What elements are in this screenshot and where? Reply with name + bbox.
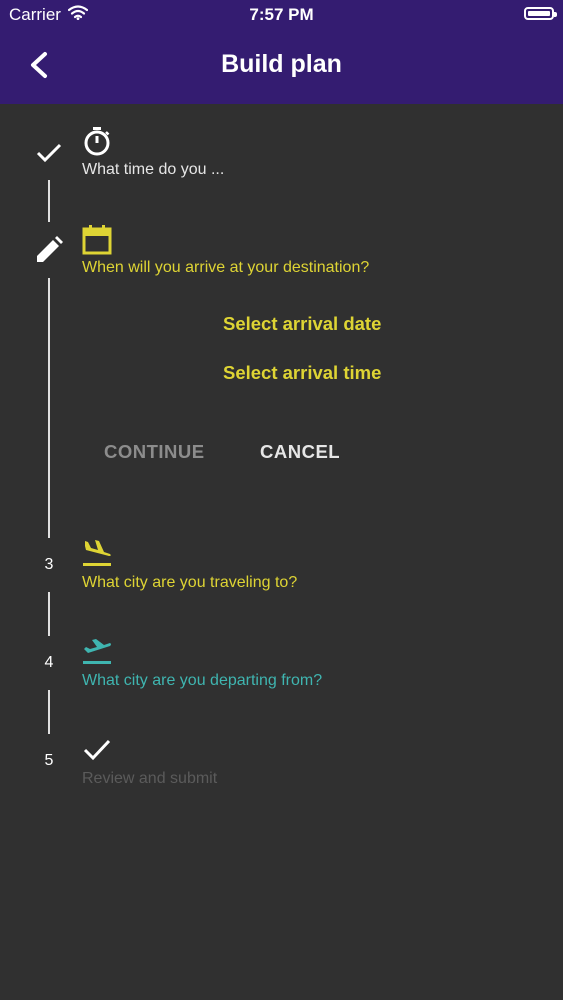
battery-icon [524, 7, 557, 20]
stepper-line-1 [48, 180, 50, 222]
clock: 7:57 PM [249, 5, 314, 24]
step-5-label: Review and submit [82, 770, 218, 787]
step-3-label: What city are you traveling to? [82, 574, 298, 591]
check-marker-icon [36, 143, 62, 163]
cancel-button[interactable]: CANCEL [260, 441, 340, 463]
stepper-line-4 [48, 690, 50, 734]
edit-marker-icon [37, 236, 63, 262]
select-arrival-time-button[interactable]: Select arrival time [223, 362, 381, 384]
page-title: Build plan [221, 50, 342, 78]
stepper-line-3 [48, 592, 50, 636]
step-4-label: What city are you departing from? [82, 672, 323, 689]
step-5-number: 5 [44, 752, 54, 769]
flight-takeoff-icon [83, 639, 111, 664]
step-2-label: When will you arrive at your destination… [82, 259, 370, 276]
app-header: Carrier 7:57 PM Build plan [0, 0, 563, 104]
step-4-number: 4 [44, 654, 54, 671]
check-icon [83, 739, 111, 761]
timer-icon [84, 127, 110, 156]
step-3-number: 3 [44, 556, 54, 573]
select-arrival-date-button[interactable]: Select arrival date [223, 313, 381, 335]
continue-button[interactable]: CONTINUE [104, 441, 205, 463]
stepper-line-2 [48, 278, 50, 538]
status-bar: Carrier 7:57 PM [0, 0, 563, 30]
step-1-label: What time do you ... [82, 161, 225, 178]
calendar-icon [82, 225, 112, 255]
flight-land-icon [83, 540, 111, 566]
